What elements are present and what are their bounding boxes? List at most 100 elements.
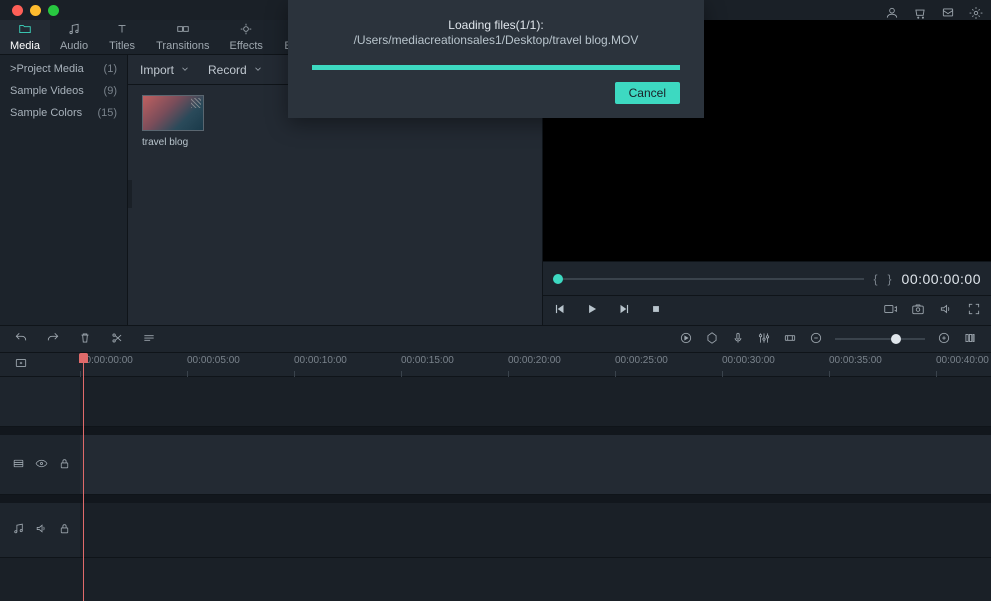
record-dropdown[interactable]: Record (208, 63, 263, 77)
transitions-icon (176, 22, 190, 39)
preview-scrubber[interactable] (553, 278, 864, 280)
chevron-down-icon (253, 63, 263, 77)
sidebar-item-sample-videos[interactable]: Sample Videos (9) (0, 80, 127, 102)
ruler-tick: 00:00:40:00 (936, 355, 989, 366)
tab-label: Transitions (156, 40, 209, 52)
track-header[interactable] (0, 377, 80, 426)
media-thumbnail[interactable] (142, 95, 204, 131)
sidebar-collapse-handle[interactable] (128, 180, 132, 208)
sidebar-item-label: Sample Videos (10, 85, 84, 97)
lock-icon[interactable] (58, 522, 71, 538)
track-lane[interactable] (80, 435, 991, 494)
tab-label: Effects (230, 40, 263, 52)
mixer-icon[interactable] (757, 331, 771, 348)
window-maximize-button[interactable] (48, 5, 59, 16)
timecode-display: 00:00:00:00 (902, 271, 981, 287)
tab-titles[interactable]: Titles (98, 20, 146, 54)
timeline: 00:00:00:0000:00:05:0000:00:10:0000:00:1… (0, 353, 991, 601)
tab-label: Titles (109, 40, 135, 52)
ruler-tick: 00:00:20:00 (508, 355, 561, 366)
zoom-in-icon[interactable] (937, 331, 951, 348)
tab-media[interactable]: Media (0, 20, 50, 54)
audio-track-icon (12, 522, 25, 538)
sidebar-item-count: (15) (97, 107, 117, 119)
video-track-icon (12, 457, 25, 473)
visibility-icon[interactable] (35, 457, 48, 473)
loading-title: Loading files(1/1): (448, 18, 543, 32)
fullscreen-icon[interactable] (967, 302, 981, 319)
music-note-icon (67, 22, 81, 39)
import-label: Import (140, 63, 174, 77)
render-preview-icon[interactable] (883, 302, 897, 319)
lock-icon[interactable] (58, 457, 71, 473)
import-dropdown[interactable]: Import (140, 63, 190, 77)
tab-label: Media (10, 40, 40, 52)
next-frame-button[interactable] (617, 302, 631, 319)
redo-icon[interactable] (46, 331, 60, 348)
folder-icon (18, 22, 32, 39)
prev-frame-button[interactable] (553, 302, 567, 319)
media-item-label: travel blog (142, 137, 206, 148)
track-header[interactable] (0, 503, 80, 557)
loading-progressbar (312, 65, 680, 70)
ruler-tick: 00:00:30:00 (722, 355, 775, 366)
track-lane[interactable] (80, 503, 991, 557)
split-icon[interactable] (110, 331, 124, 348)
delete-icon[interactable] (78, 331, 92, 348)
sidebar-item-count: (9) (104, 85, 117, 97)
play-button[interactable] (585, 302, 599, 319)
preview-scrubber-row: { } 00:00:00:00 (543, 261, 991, 295)
voiceover-icon[interactable] (731, 331, 745, 348)
effects-icon (239, 22, 253, 39)
window-close-button[interactable] (12, 5, 23, 16)
timeline-toolbar (0, 325, 991, 353)
timeline-ruler[interactable]: 00:00:00:0000:00:05:0000:00:10:0000:00:1… (0, 353, 991, 377)
keyframe-icon[interactable] (783, 331, 797, 348)
render-icon[interactable] (679, 331, 693, 348)
preview-controls (543, 295, 991, 325)
cancel-button[interactable]: Cancel (615, 82, 680, 104)
tab-transitions[interactable]: Transitions (146, 20, 219, 54)
tab-label: Audio (60, 40, 88, 52)
marker-icon[interactable] (705, 331, 719, 348)
text-icon (115, 22, 129, 39)
tab-audio[interactable]: Audio (50, 20, 98, 54)
ruler-tick: 00:00:15:00 (401, 355, 454, 366)
timeline-playhead[interactable] (83, 353, 84, 601)
zoom-slider[interactable] (835, 338, 925, 340)
add-track-icon[interactable] (14, 356, 28, 373)
sidebar-item-count: (1) (104, 63, 117, 75)
track-header[interactable] (0, 435, 80, 494)
sidebar-item-label: Project Media (16, 63, 83, 75)
media-grid: travel blog (128, 85, 542, 325)
sidebar-item-sample-colors[interactable]: Sample Colors (15) (0, 102, 127, 124)
ruler-tick: 00:00:10:00 (294, 355, 347, 366)
sidebar-item-label: Sample Colors (10, 107, 82, 119)
snapshot-icon[interactable] (911, 302, 925, 319)
volume-icon[interactable] (939, 302, 953, 319)
ruler-tick: 00:00:25:00 (615, 355, 668, 366)
chevron-down-icon (180, 63, 190, 77)
stop-button[interactable] (649, 302, 663, 319)
mute-icon[interactable] (35, 522, 48, 538)
edit-tools-icon[interactable] (142, 331, 156, 348)
sidebar-item-project-media[interactable]: >Project Media (1) (0, 58, 127, 80)
media-sidebar: >Project Media (1) Sample Videos (9) Sam… (0, 55, 128, 325)
track-audio (0, 503, 991, 558)
window-minimize-button[interactable] (30, 5, 41, 16)
media-item[interactable]: travel blog (142, 95, 206, 148)
zoom-out-icon[interactable] (809, 331, 823, 348)
undo-icon[interactable] (14, 331, 28, 348)
track-video (0, 435, 991, 495)
zoom-fit-icon[interactable] (963, 331, 977, 348)
track-overlay (0, 377, 991, 427)
ruler-tick: 00:00:05:00 (187, 355, 240, 366)
brace-close: } (888, 272, 892, 286)
record-label: Record (208, 63, 247, 77)
track-lane[interactable] (80, 377, 991, 426)
loading-filepath: /Users/mediacreationsales1/Desktop/trave… (354, 33, 639, 47)
tab-effects[interactable]: Effects (220, 20, 273, 54)
loading-dialog: Loading files(1/1): /Users/mediacreation… (288, 0, 704, 118)
ruler-tick: 00:00:35:00 (829, 355, 882, 366)
brace-open: { (874, 272, 878, 286)
